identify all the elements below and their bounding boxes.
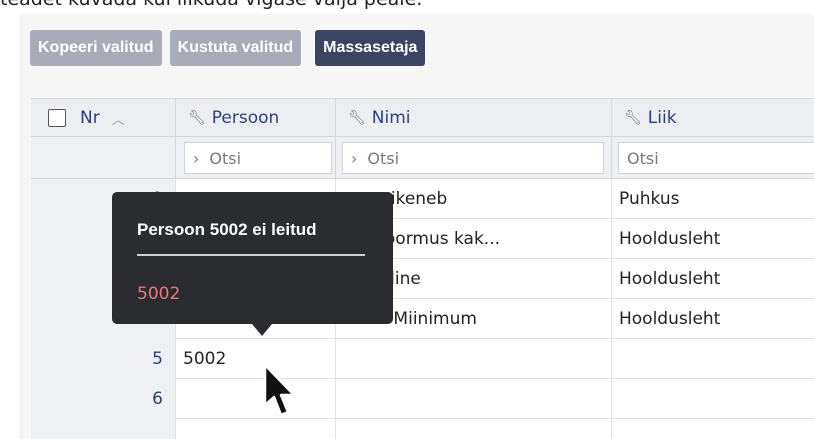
nimi-cell[interactable] bbox=[336, 339, 612, 379]
header-nr-label: Nr bbox=[80, 108, 100, 128]
filter-nimi-cell: › Otsi bbox=[336, 137, 612, 179]
copy-selected-button[interactable]: Kopeeri valitud bbox=[30, 30, 162, 66]
instruction-text: teadet kuvada kui liikuda vigase välja p… bbox=[0, 0, 422, 10]
liik-search-placeholder: Otsi bbox=[627, 148, 659, 168]
header-persoon-label: Persoon bbox=[211, 108, 280, 128]
row-number bbox=[31, 419, 176, 439]
chevron-right-icon: › bbox=[351, 148, 358, 168]
liik-cell[interactable]: Hooldusleht bbox=[612, 259, 814, 299]
tooltip-title: Persoon 5002 ei leitud bbox=[137, 220, 317, 239]
persoon-cell[interactable] bbox=[176, 419, 336, 439]
header-liik[interactable]: 🔧︎ Liik bbox=[612, 99, 814, 137]
mouse-pointer-icon bbox=[263, 363, 296, 417]
table-row[interactable] bbox=[31, 419, 814, 439]
delete-selected-button[interactable]: Kustuta valitud bbox=[169, 30, 302, 66]
liik-cell[interactable] bbox=[612, 379, 814, 419]
liik-cell[interactable]: Hooldusleht bbox=[612, 299, 814, 339]
sort-ascending-icon[interactable]: ︿ bbox=[112, 109, 125, 128]
filter-liik-cell: Otsi bbox=[612, 137, 814, 179]
liik-cell[interactable] bbox=[612, 419, 814, 439]
grid-header: Nr ︿ 🔧︎ Persoon 🔧︎ Nimi 🔧︎ Liik bbox=[31, 99, 814, 137]
row-number: 5 bbox=[31, 339, 176, 379]
persoon-cell[interactable] bbox=[176, 379, 336, 419]
select-all-checkbox[interactable] bbox=[48, 109, 66, 127]
nimi-cell[interactable] bbox=[336, 379, 612, 419]
header-nimi[interactable]: 🔧︎ Nimi bbox=[336, 99, 612, 137]
filter-row: › Otsi › Otsi Otsi bbox=[31, 137, 814, 179]
header-persoon[interactable]: 🔧︎ Persoon bbox=[176, 99, 336, 137]
tooltip-arrow bbox=[252, 324, 272, 336]
nimi-search-placeholder: Otsi bbox=[367, 148, 400, 168]
filter-nr-cell bbox=[31, 137, 176, 179]
header-nr[interactable]: Nr ︿ bbox=[31, 99, 176, 137]
table-row[interactable]: 5 5002 bbox=[31, 339, 814, 379]
tooltip-divider bbox=[137, 254, 365, 256]
error-tooltip: Persoon 5002 ei leitud 5002 bbox=[112, 192, 393, 336]
persoon-cell[interactable]: 5002 bbox=[176, 339, 336, 379]
nimi-cell[interactable] bbox=[336, 419, 612, 439]
liik-search-input[interactable]: Otsi bbox=[618, 142, 814, 174]
liik-cell[interactable]: Puhkus bbox=[612, 179, 814, 219]
persoon-search-input[interactable]: › Otsi bbox=[184, 142, 332, 174]
liik-cell[interactable] bbox=[612, 339, 814, 379]
row-number: 6 bbox=[31, 379, 176, 419]
header-nimi-label: Nimi bbox=[371, 108, 411, 128]
persoon-search-placeholder: Otsi bbox=[209, 148, 242, 168]
chevron-right-icon: › bbox=[193, 148, 200, 168]
wrench-icon: 🔧︎ bbox=[624, 110, 642, 126]
wrench-icon: 🔧︎ bbox=[348, 110, 366, 126]
liik-cell[interactable]: Hooldusleht bbox=[612, 219, 814, 259]
header-liik-label: Liik bbox=[647, 108, 677, 128]
filter-persoon-cell: › Otsi bbox=[176, 137, 336, 179]
table-row[interactable]: 6 bbox=[31, 379, 814, 419]
wrench-icon: 🔧︎ bbox=[188, 110, 206, 126]
tooltip-value: 5002 bbox=[137, 284, 181, 304]
nimi-search-input[interactable]: › Otsi bbox=[342, 142, 604, 174]
toolbar: Kopeeri valitud Kustuta valitud Massaset… bbox=[30, 30, 426, 66]
bulk-setter-button[interactable]: Massasetaja bbox=[315, 30, 426, 66]
